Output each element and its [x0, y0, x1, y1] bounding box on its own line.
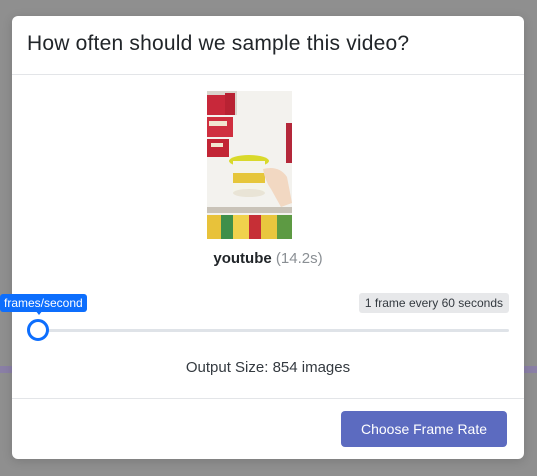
sampling-rate-badge: 1 frame every 60 seconds	[358, 293, 509, 313]
modal-title: How often should we sample this video?	[27, 32, 410, 55]
modal-footer: Choose Frame Rate	[12, 398, 524, 460]
frame-rate-modal: How often should we sample this video? y…	[12, 16, 524, 459]
frame-rate-slider-handle[interactable]	[27, 319, 49, 341]
video-duration: (14.2s)	[275, 250, 323, 267]
choose-frame-rate-button[interactable]: Choose Frame Rate	[341, 411, 507, 447]
video-caption: youtube (14.2s)	[12, 250, 524, 267]
video-thumbnail	[207, 91, 292, 239]
video-name: youtube	[213, 250, 272, 267]
modal-header: How often should we sample this video?	[12, 16, 524, 75]
slider-tooltip-arrow	[35, 310, 43, 315]
frame-rate-slider-track[interactable]	[38, 329, 509, 332]
output-size-label: Output Size: 854 images	[185, 359, 351, 376]
slider-tooltip: frames/second	[0, 294, 87, 312]
